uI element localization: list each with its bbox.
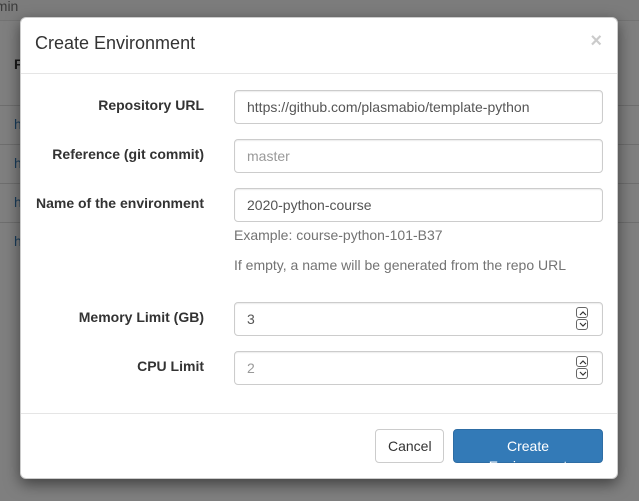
create-environment-dialog: Create Environment × Repository URL Refe…	[20, 17, 618, 479]
memory-limit-label: Memory Limit (GB)	[78, 309, 204, 325]
chevron-up-icon	[579, 311, 587, 316]
memory-decrement-button[interactable]	[576, 319, 588, 330]
chevron-down-icon	[579, 371, 587, 376]
modal-title: Create Environment	[35, 33, 196, 53]
env-name-label: Name of the environment	[35, 195, 204, 211]
memory-limit-input[interactable]	[234, 302, 603, 336]
cpu-limit-input[interactable]	[234, 351, 603, 385]
close-icon[interactable]: ×	[590, 31, 602, 51]
modal-footer: Cancel Create Environment	[21, 413, 617, 478]
cpu-decrement-button[interactable]	[576, 368, 588, 379]
chevron-up-icon	[579, 360, 587, 365]
memory-spinner	[576, 307, 588, 331]
env-name-input[interactable]	[234, 188, 603, 222]
cancel-button[interactable]: Cancel	[375, 429, 444, 463]
chevron-down-icon	[579, 322, 587, 327]
cpu-limit-label: CPU Limit	[137, 358, 204, 374]
repo-url-input[interactable]	[234, 90, 603, 124]
env-name-help-example: Example: course-python-101-B37	[234, 227, 443, 243]
modal-header: Create Environment ×	[21, 18, 617, 74]
memory-increment-button[interactable]	[576, 307, 588, 318]
reference-label: Reference (git commit)	[52, 146, 204, 162]
reference-input[interactable]	[234, 139, 603, 173]
cpu-increment-button[interactable]	[576, 356, 588, 367]
repo-url-label: Repository URL	[98, 97, 204, 113]
cpu-spinner	[576, 356, 588, 380]
create-environment-button[interactable]: Create Environment	[453, 429, 603, 474]
env-name-help-empty: If empty, a name will be generated from …	[234, 257, 567, 273]
